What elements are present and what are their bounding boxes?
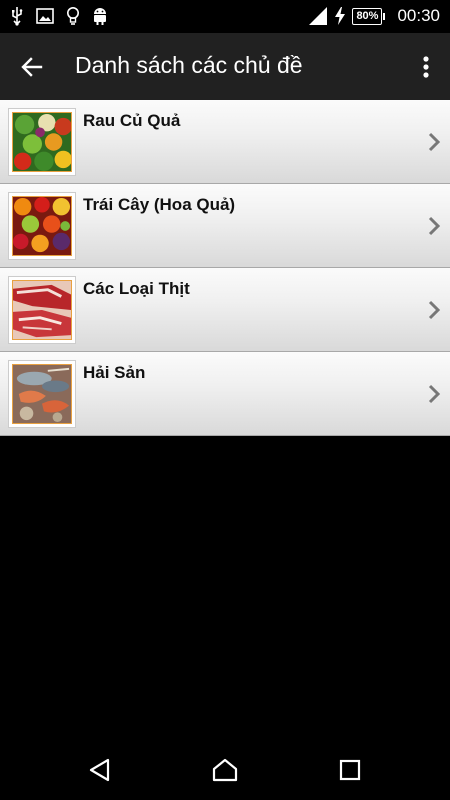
- fruits-image: [13, 197, 71, 255]
- more-vert-icon: [423, 56, 429, 78]
- topic-list: Rau Củ Quả Trái Cây (Hoa Quả) Các Loại T…: [0, 100, 450, 436]
- back-button[interactable]: [14, 49, 50, 85]
- list-item[interactable]: Hải Sản: [0, 352, 450, 436]
- list-item[interactable]: Rau Củ Quả: [0, 100, 450, 184]
- list-item-label: Trái Cây (Hoa Quả): [83, 195, 236, 214]
- arrow-left-icon: [21, 57, 43, 77]
- nav-recents-button[interactable]: [334, 754, 366, 786]
- list-item[interactable]: Các Loại Thịt: [0, 268, 450, 352]
- seafood-image: [13, 365, 71, 423]
- vegetables-image: [13, 113, 71, 171]
- android-icon: [92, 6, 108, 26]
- charging-bolt-icon: [334, 6, 346, 26]
- seafood-thumbnail: [8, 360, 76, 428]
- list-item-label: Các Loại Thịt: [83, 279, 190, 298]
- square-recents-icon: [339, 759, 361, 781]
- overflow-menu-button[interactable]: [416, 49, 436, 85]
- list-item-label: Rau Củ Quả: [83, 111, 181, 130]
- usb-icon: [10, 6, 24, 26]
- lightbulb-icon: [66, 6, 80, 26]
- battery-level: 80%: [352, 7, 383, 25]
- image-icon: [36, 7, 54, 25]
- clock: 00:30: [397, 6, 440, 25]
- triangle-back-icon: [89, 758, 110, 782]
- navigation-bar: [0, 740, 450, 800]
- battery-indicator: 80%: [352, 7, 386, 25]
- screen: 80% 00:30 Danh sách các chủ đề Rau Củ Qu…: [0, 0, 450, 800]
- meat-thumbnail: [8, 276, 76, 344]
- chevron-right-icon: [428, 300, 441, 320]
- signal-icon: [308, 6, 328, 26]
- status-bar: 80% 00:30: [0, 0, 450, 33]
- chevron-right-icon: [428, 384, 441, 404]
- fruits-thumbnail: [8, 192, 76, 260]
- meat-image: [13, 281, 71, 339]
- action-bar: Danh sách các chủ đề: [0, 33, 450, 100]
- chevron-right-icon: [428, 132, 441, 152]
- vegetables-thumbnail: [8, 108, 76, 176]
- list-item[interactable]: Trái Cây (Hoa Quả): [0, 184, 450, 268]
- home-icon: [212, 758, 238, 782]
- nav-home-button[interactable]: [209, 754, 241, 786]
- chevron-right-icon: [428, 216, 441, 236]
- page-title: Danh sách các chủ đề: [75, 52, 303, 78]
- nav-back-button[interactable]: [84, 754, 116, 786]
- list-item-label: Hải Sản: [83, 363, 146, 382]
